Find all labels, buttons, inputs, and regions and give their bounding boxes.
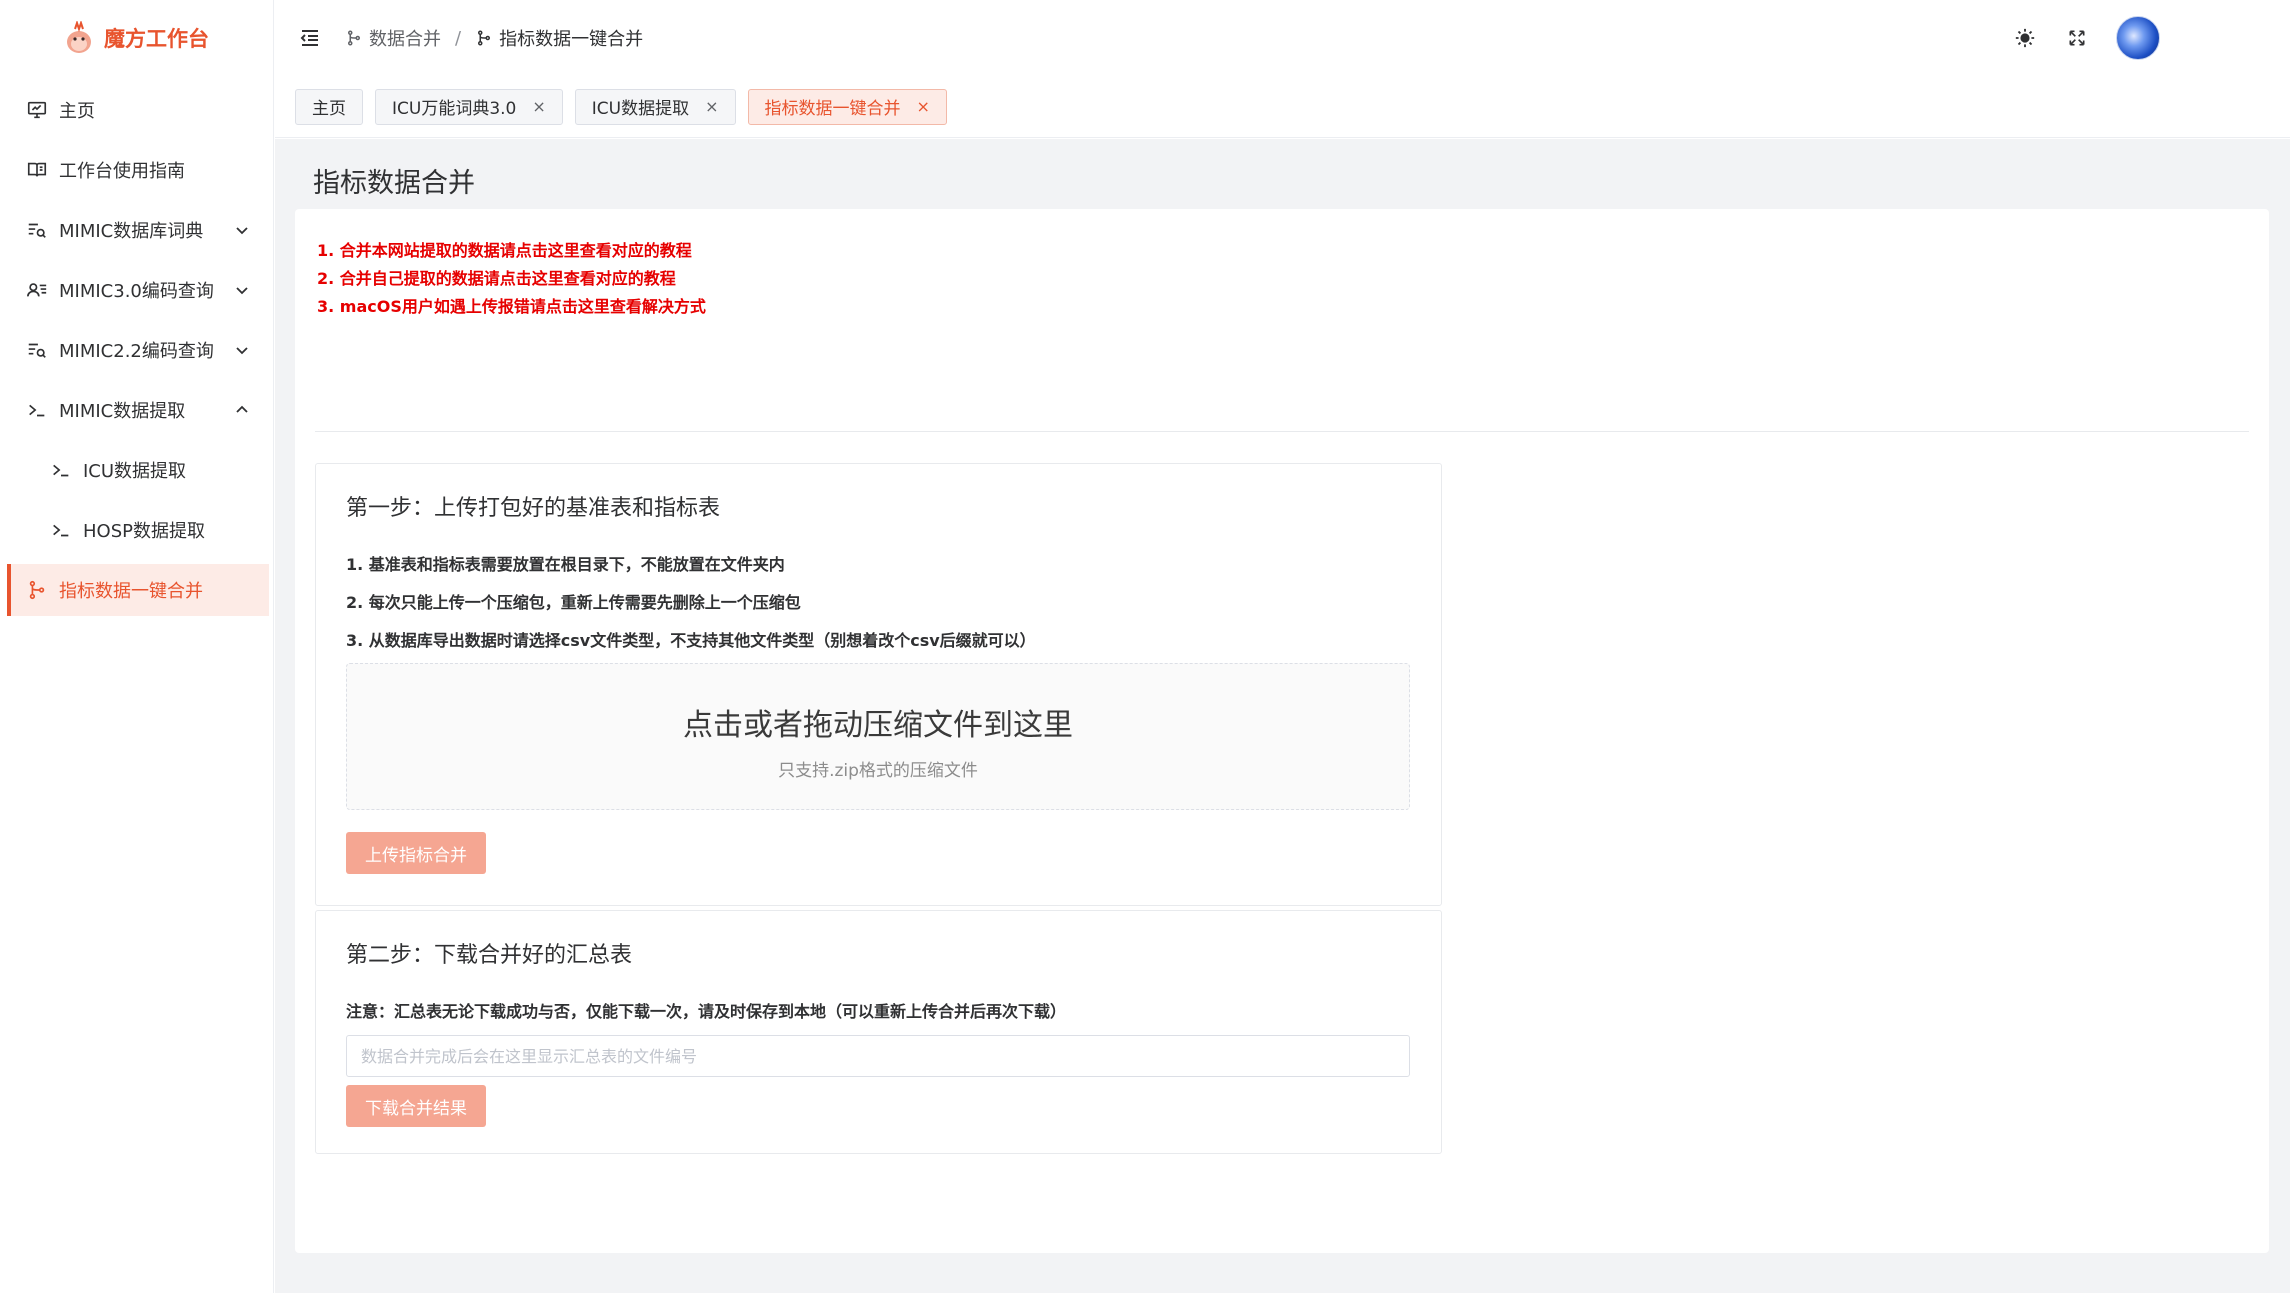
sidebar-item-merge[interactable]: 指标数据一键合并 [7,564,269,616]
download-result-button[interactable]: 下载合并结果 [346,1085,486,1127]
tutorial-link-macos[interactable]: 3. macOS用户如遇上传报错请点击这里查看解决方式 [317,293,706,321]
step1-title: 第一步：上传打包好的基准表和指标表 [346,496,721,521]
close-icon[interactable]: × [917,97,930,116]
close-icon[interactable]: × [532,97,545,116]
fullscreen-icon [2069,30,2085,46]
user-list-icon [25,278,49,302]
sidebar-item-label: 主页 [59,101,95,122]
tab-label: ICU数据提取 [591,99,690,119]
sidebar-item-guide[interactable]: 工作台使用指南 [7,144,269,196]
sidebar: 魔方工作台 主页 工作台使用指南 MIMIC数据库词典 MIMIC3.0编码查询… [0,0,274,1293]
header: 数据合并 / 指标数据一键合并 [275,0,2290,76]
list-search-icon [25,338,49,362]
step1-rule: 1. 基准表和指标表需要放置在根目录下，不能放置在文件夹内 [346,555,785,574]
logo-mascot-icon [67,21,91,53]
sidebar-item-label: HOSP数据提取 [83,521,205,542]
chevron-down-icon [236,287,248,295]
terminal-icon [49,458,73,482]
divider [315,431,2249,432]
sidebar-item-home[interactable]: 主页 [7,84,269,136]
step1-rule: 3. 从数据库导出数据时请选择csv文件类型，不支持其他文件类型（别想着改个cs… [346,631,1036,650]
branch-icon [348,30,360,46]
chevron-down-icon [236,227,248,235]
sun-icon [2015,28,2035,48]
sidebar-item-label: MIMIC2.2编码查询 [59,341,214,362]
sidebar-item-label: 工作台使用指南 [59,161,185,182]
book-icon [25,158,49,182]
tutorial-link-own-data[interactable]: 2. 合并自己提取的数据请点击这里查看对应的教程 [317,265,706,293]
step1-panel: 第一步：上传打包好的基准表和指标表 1. 基准表和指标表需要放置在根目录下，不能… [315,463,1442,906]
collapse-sidebar-button[interactable] [295,23,325,53]
avatar[interactable] [2116,16,2160,60]
branch-icon [478,30,491,46]
tab-label: 主页 [312,99,346,119]
fullscreen-button[interactable] [2064,25,2090,51]
monitor-icon [25,98,49,122]
breadcrumb-item-data-merge[interactable]: 数据合并 [345,25,441,51]
sidebar-item-mimic22-code[interactable]: MIMIC2.2编码查询 [7,324,269,376]
step2-notice: 注意：汇总表无论下载成功与否，仅能下载一次，请及时保存到本地（可以重新上传合并后… [346,1002,1067,1021]
file-id-input[interactable] [346,1035,1410,1077]
breadcrumb-separator: / [455,27,462,49]
breadcrumb-label: 数据合并 [369,29,441,50]
upload-dropzone[interactable]: 点击或者拖动压缩文件到这里 只支持.zip格式的压缩文件 [346,663,1410,810]
tabs-bar: 主页 ICU万能词典3.0 × ICU数据提取 × 指标数据一键合并 × [275,76,2290,138]
dropzone-hint-text: 只支持.zip格式的压缩文件 [778,761,978,781]
tab-icu-extract[interactable]: ICU数据提取 × [574,88,736,125]
sidebar-item-label: MIMIC数据库词典 [59,221,204,242]
sidebar-item-mimic-extract[interactable]: MIMIC数据提取 [7,384,269,436]
theme-toggle-button[interactable] [2012,25,2038,51]
chevron-down-icon [236,347,248,355]
menu-fold-icon [300,30,318,46]
sidebar-item-label: 指标数据一键合并 [59,581,203,602]
sidebar-item-label: MIMIC3.0编码查询 [59,281,214,302]
breadcrumb-item-current: 指标数据一键合并 [475,25,643,51]
content-card: 1. 合并本网站提取的数据请点击这里查看对应的教程 2. 合并自己提取的数据请点… [295,209,2269,1253]
tab-label: 指标数据一键合并 [764,99,901,119]
step2-panel: 第二步：下载合并好的汇总表 注意：汇总表无论下载成功与否，仅能下载一次，请及时保… [315,910,1442,1154]
dropzone-main-text: 点击或者拖动压缩文件到这里 [683,708,1073,743]
breadcrumb: 数据合并 / 指标数据一键合并 [345,25,643,51]
close-icon[interactable]: × [705,97,718,116]
logo[interactable]: 魔方工作台 [0,0,273,76]
main-content: 指标数据合并 1. 合并本网站提取的数据请点击这里查看对应的教程 2. 合并自己… [275,139,2290,1293]
tab-home[interactable]: 主页 [295,88,363,125]
sidebar-item-label: MIMIC数据提取 [59,401,186,422]
step2-title: 第二步：下载合并好的汇总表 [346,943,633,968]
chevron-up-icon [236,405,248,413]
tutorial-link-site-data[interactable]: 1. 合并本网站提取的数据请点击这里查看对应的教程 [317,237,706,265]
header-actions [2012,16,2160,60]
tab-merge[interactable]: 指标数据一键合并 × [747,88,947,125]
sidebar-item-icu-extract[interactable]: ICU数据提取 [7,444,269,496]
app-title: 魔方工作台 [104,27,209,51]
terminal-icon [25,398,49,422]
branch-icon [25,578,49,602]
sidebar-item-mimic-dictionary[interactable]: MIMIC数据库词典 [7,204,269,256]
upload-merge-button[interactable]: 上传指标合并 [346,832,486,874]
tab-icu-dictionary[interactable]: ICU万能词典3.0 × [375,88,563,125]
page-title: 指标数据合并 [313,168,475,199]
tutorial-notes: 1. 合并本网站提取的数据请点击这里查看对应的教程 2. 合并自己提取的数据请点… [317,237,706,321]
sidebar-item-hosp-extract[interactable]: HOSP数据提取 [7,504,269,556]
sidebar-item-mimic30-code[interactable]: MIMIC3.0编码查询 [7,264,269,316]
step1-rule: 2. 每次只能上传一个压缩包，重新上传需要先删除上一个压缩包 [346,593,801,612]
breadcrumb-label: 指标数据一键合并 [499,29,644,50]
list-search-icon [25,218,49,242]
sidebar-item-label: ICU数据提取 [83,461,187,482]
terminal-icon [49,518,73,542]
tab-label: ICU万能词典3.0 [392,99,517,119]
